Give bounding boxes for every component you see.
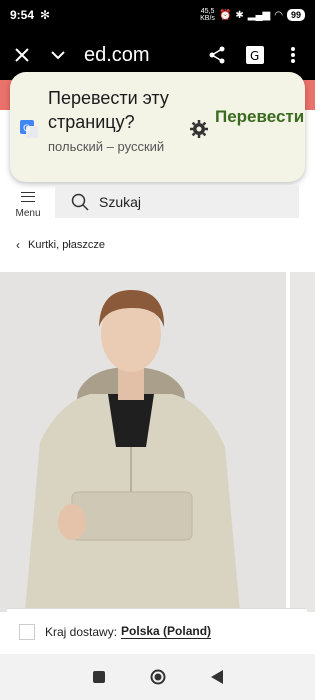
- translate-icon[interactable]: G: [243, 43, 267, 67]
- more-vert-icon[interactable]: [281, 43, 305, 67]
- delivery-country-bar[interactable]: Kraj dostawy: Polska (Poland): [7, 608, 307, 654]
- menu-label: Menu: [15, 208, 41, 219]
- system-nav-bar: [0, 658, 315, 700]
- delivery-checkbox[interactable]: [19, 623, 35, 640]
- net-speed-unit: KB/s: [200, 15, 215, 22]
- wifi-icon: ◠: [274, 9, 283, 21]
- nav-square-icon[interactable]: [92, 670, 105, 688]
- translate-button[interactable]: Перевести: [215, 106, 304, 128]
- translate-popup: G Перевести эту страницу? польский – рус…: [10, 72, 305, 182]
- search-input[interactable]: [99, 193, 269, 210]
- status-time: 9:54: [10, 8, 35, 22]
- bluetooth-icon: ✱: [235, 9, 244, 21]
- breadcrumb[interactable]: ‹ Kurtki, płaszcze: [16, 238, 105, 252]
- close-icon[interactable]: [10, 43, 34, 67]
- search-icon: [71, 193, 89, 211]
- signal-icon: ▂▄▆: [247, 9, 271, 21]
- net-speed: 45,5 KB/s: [200, 8, 215, 22]
- product-photo: [0, 272, 286, 612]
- chevron-down-icon[interactable]: [46, 43, 70, 67]
- url-text[interactable]: ed.com: [84, 44, 150, 67]
- status-indicators: 45,5 KB/s ⏰ ✱ ▂▄▆ ◠ 99: [200, 8, 305, 22]
- hamburger-icon: [21, 192, 35, 202]
- svg-text:G: G: [23, 124, 30, 134]
- net-speed-value: 45,5: [200, 8, 215, 15]
- back-chevron-icon: ‹: [16, 238, 20, 252]
- nav-back-icon[interactable]: [210, 669, 223, 689]
- search-box[interactable]: [55, 185, 299, 218]
- alarm-icon: ⏰: [218, 9, 232, 21]
- product-image[interactable]: [0, 272, 286, 612]
- popup-text: Перевести эту страницу? польский – русск…: [48, 86, 180, 156]
- popup-subtitle: польский – русский: [48, 139, 165, 154]
- share-icon[interactable]: [205, 43, 229, 67]
- battery-badge: 99: [286, 9, 305, 21]
- gear-icon[interactable]: [190, 120, 208, 143]
- delivery-country-link[interactable]: Polska (Poland): [121, 624, 212, 639]
- delivery-label: Kraj dostawy:: [45, 624, 118, 639]
- breadcrumb-label: Kurtki, płaszcze: [28, 239, 106, 251]
- pinwheel-icon: ✻: [40, 8, 51, 22]
- svg-text:G: G: [250, 49, 259, 63]
- menu-button[interactable]: Menu: [10, 188, 46, 222]
- status-bar: 9:54 ✻ 45,5 KB/s ⏰ ✱ ▂▄▆ ◠ 99: [0, 0, 315, 30]
- popup-title: Перевести эту страницу?: [48, 88, 169, 132]
- google-translate-icon: G: [20, 120, 38, 138]
- product-image-next[interactable]: [290, 272, 315, 612]
- nav-circle-icon[interactable]: [150, 669, 166, 690]
